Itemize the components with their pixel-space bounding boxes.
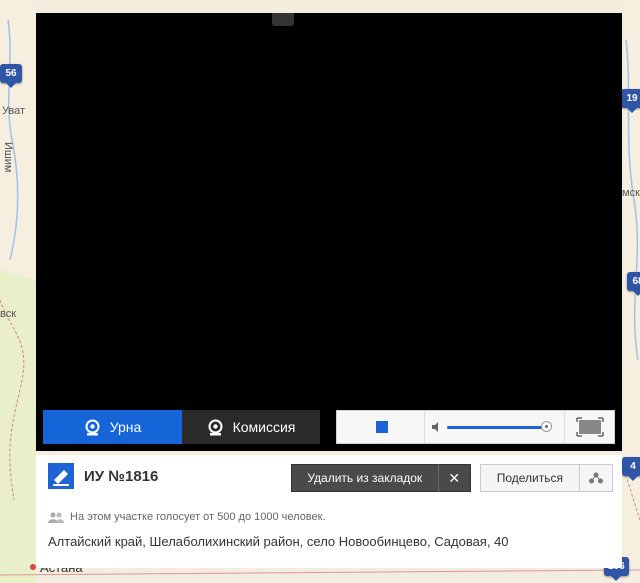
tab-urna[interactable]: Урна — [43, 410, 182, 444]
remove-bookmark-label: Удалить из закладок — [307, 471, 423, 485]
map-label-msk: мск — [622, 187, 640, 199]
polling-station-modal: Урна Комиссия ИУ №1816 Удалить из заклад… — [36, 13, 622, 568]
volume-track — [447, 426, 547, 429]
voters-info: На этом участке голосует от 500 до 1000 … — [48, 511, 326, 523]
map-marker-icon — [272, 13, 294, 26]
remove-bookmark-button[interactable]: Удалить из закладок ✕ — [291, 464, 471, 492]
map-label-vsk: вск — [0, 308, 17, 320]
share-icon[interactable] — [578, 465, 612, 491]
map-label-ishim: Ишим — [2, 142, 14, 173]
share-label: Поделиться — [496, 471, 563, 485]
station-address: Алтайский край, Шелаболихинский район, с… — [48, 534, 509, 549]
region-badge[interactable]: 56 — [0, 64, 22, 88]
region-badge[interactable]: 4 — [622, 457, 640, 481]
people-icon — [48, 512, 64, 523]
tab-urna-label: Урна — [109, 419, 142, 435]
player-bar — [336, 410, 615, 444]
speaker-icon — [432, 422, 438, 432]
election-logo-icon — [48, 463, 74, 489]
webcam-icon — [208, 419, 223, 435]
tab-commission[interactable]: Комиссия — [182, 410, 320, 444]
close-icon[interactable]: ✕ — [437, 464, 470, 492]
station-title: ИУ №1816 — [84, 468, 159, 485]
map-label-uvat: Уват — [2, 105, 26, 117]
share-network-icon — [588, 472, 603, 484]
video-player[interactable]: Урна Комиссия — [36, 13, 622, 451]
region-badge[interactable]: 19 — [621, 89, 640, 113]
voters-text: На этом участке голосует от 500 до 1000 … — [70, 511, 326, 523]
share-button[interactable]: Поделиться — [480, 464, 613, 492]
player-controls: Урна Комиссия — [43, 410, 615, 444]
volume-slider[interactable] — [425, 411, 563, 443]
stop-icon — [376, 421, 388, 433]
stop-button[interactable] — [337, 411, 425, 443]
fullscreen-button[interactable] — [564, 411, 615, 443]
region-badge[interactable]: 68 — [627, 272, 640, 296]
fullscreen-icon — [576, 417, 604, 437]
webcam-icon — [85, 419, 100, 435]
volume-knob[interactable] — [541, 421, 552, 432]
station-info-panel: ИУ №1816 Удалить из закладок ✕ Поделитьс… — [36, 455, 622, 568]
tab-commission-label: Комиссия — [232, 419, 296, 435]
